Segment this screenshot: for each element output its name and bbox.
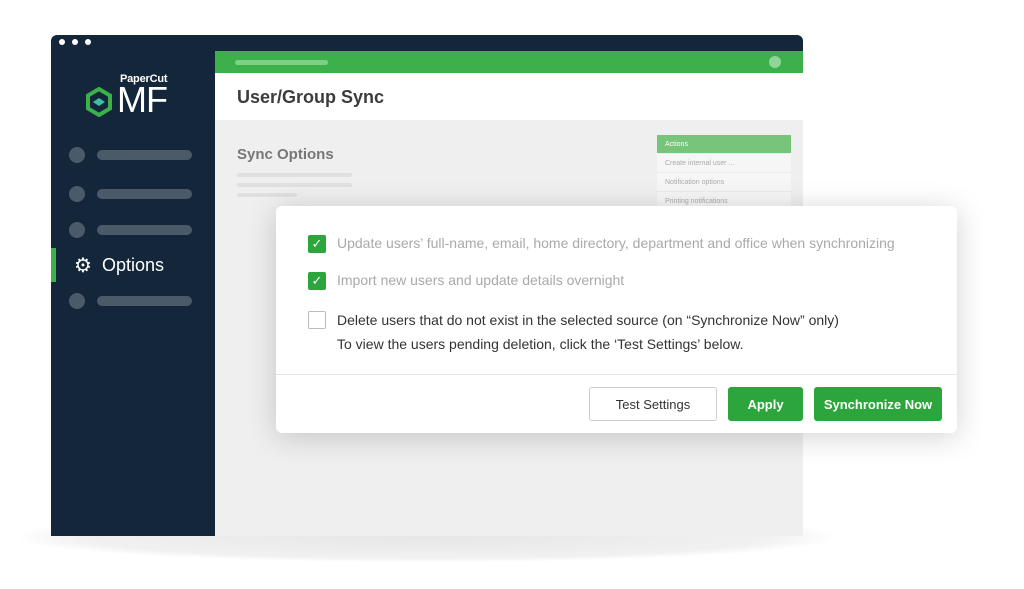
synchronize-now-button[interactable]: Synchronize Now [814, 387, 942, 421]
sidebar-item[interactable] [69, 147, 192, 163]
window-controls [59, 39, 91, 45]
apply-button[interactable]: Apply [728, 387, 803, 421]
sidebar-item-label: Options [101, 254, 164, 275]
user-avatar[interactable] [769, 56, 781, 68]
sidebar-item[interactable] [69, 186, 192, 202]
logo-mf: MF [117, 79, 168, 120]
option-note: To view the users pending deletion, clic… [337, 336, 744, 352]
hexagon-logo-icon [86, 87, 112, 117]
option-label: Import new users and update details over… [337, 272, 625, 288]
page-title: User/Group Sync [215, 73, 803, 120]
actions-panel: Actions Create internal user ... Notific… [657, 135, 791, 211]
section-title: Sync Options [237, 146, 334, 163]
option-label: Delete users that do not exist in the se… [337, 312, 839, 328]
divider [276, 374, 957, 375]
import-users-checkbox[interactable]: ✓ [308, 272, 326, 290]
papercut-logo: PaperCut MF [85, 73, 175, 123]
option-label: Update users’ full-name, email, home dir… [337, 235, 895, 251]
sync-options-dialog: ✓ Update users’ full-name, email, home d… [276, 206, 957, 433]
top-bar [215, 51, 803, 73]
delete-users-checkbox[interactable] [308, 311, 326, 329]
action-link[interactable]: Notification options [657, 173, 791, 192]
sidebar-item[interactable] [69, 222, 192, 238]
sidebar-item[interactable] [69, 293, 192, 309]
gear-icon: ⚙ [74, 254, 92, 277]
sidebar: PaperCut MF ⚙ Options [51, 51, 215, 536]
sidebar-item-options[interactable]: ⚙ Options [51, 248, 215, 282]
action-link[interactable]: Create internal user ... [657, 154, 791, 173]
actions-title: Actions [657, 135, 791, 154]
test-settings-button[interactable]: Test Settings [589, 387, 717, 421]
update-users-checkbox[interactable]: ✓ [308, 235, 326, 253]
